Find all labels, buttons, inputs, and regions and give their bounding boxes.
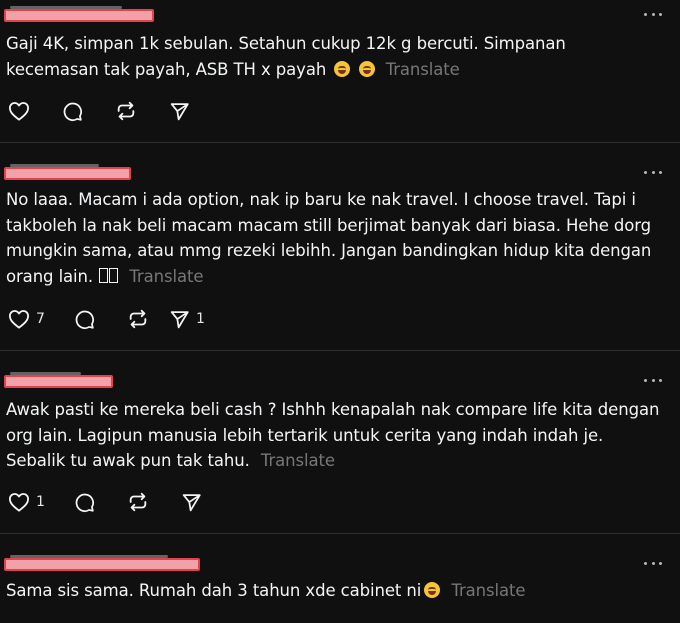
- reply-post-1: Gaji 4K, simpan 1k sebulan. Setahun cuku…: [0, 0, 680, 143]
- sweat-smile-emoji: [424, 582, 441, 598]
- post-text: No laaa. Macam i ada option, nak ip baru…: [6, 187, 660, 289]
- post-text: Gaji 4K, simpan 1k sebulan. Setahun cuku…: [6, 31, 660, 82]
- share-button[interactable]: 1: [169, 308, 205, 330]
- grinning-tears-emoji: [358, 60, 375, 77]
- more-options-button[interactable]: [644, 560, 662, 566]
- comment-icon: [75, 493, 95, 512]
- heart-icon: [9, 102, 29, 121]
- post-text: Sama sis sama. Rumah dah 3 tahun xde cab…: [6, 578, 660, 604]
- like-button[interactable]: 1: [8, 491, 74, 513]
- comment-icon: [75, 310, 95, 329]
- heart-icon: [9, 310, 29, 329]
- share-button[interactable]: [181, 491, 202, 513]
- translate-link[interactable]: Translate: [386, 60, 460, 79]
- send-icon: [170, 102, 189, 120]
- redacted-username: [4, 164, 131, 180]
- translate-link[interactable]: Translate: [451, 581, 525, 600]
- post-actions: 1: [8, 491, 202, 513]
- redacted-username: [4, 6, 154, 22]
- share-button[interactable]: [169, 100, 190, 122]
- repost-icon: [129, 492, 147, 512]
- repost-button[interactable]: [115, 100, 169, 122]
- missing-glyph-icon: [109, 267, 119, 283]
- send-icon: [170, 310, 189, 328]
- grinning-tears-emoji: [334, 60, 351, 77]
- more-options-button[interactable]: [644, 377, 662, 383]
- redacted-username: [4, 372, 113, 388]
- repost-icon: [129, 309, 147, 329]
- like-button[interactable]: [8, 100, 62, 122]
- reply-button[interactable]: [74, 491, 127, 513]
- heart-icon: [9, 493, 29, 512]
- reply-post-4: Sama sis sama. Rumah dah 3 tahun xde cab…: [0, 534, 680, 623]
- more-options-button[interactable]: [644, 169, 662, 175]
- like-count: 1: [36, 494, 45, 510]
- translate-link[interactable]: Translate: [261, 451, 335, 470]
- redacted-username: [4, 555, 200, 571]
- send-icon: [182, 493, 201, 511]
- missing-glyph-icon: [99, 267, 109, 283]
- post-body: Sama sis sama. Rumah dah 3 tahun xde cab…: [6, 581, 422, 600]
- repost-icon: [117, 101, 135, 121]
- reply-button[interactable]: [62, 100, 115, 122]
- post-body: Gaji 4K, simpan 1k sebulan. Setahun cuku…: [6, 34, 566, 79]
- like-count: 7: [36, 311, 45, 327]
- translate-link[interactable]: Translate: [129, 267, 203, 286]
- reply-button[interactable]: [74, 308, 127, 330]
- reply-post-2: No laaa. Macam i ada option, nak ip baru…: [0, 143, 680, 351]
- reply-post-3: Awak pasti ke mereka beli cash ? Ishhh k…: [0, 351, 680, 534]
- more-options-button[interactable]: [644, 11, 662, 17]
- repost-button[interactable]: [127, 308, 169, 330]
- post-text: Awak pasti ke mereka beli cash ? Ishhh k…: [6, 397, 660, 474]
- repost-button[interactable]: [127, 491, 181, 513]
- post-actions: [8, 100, 190, 122]
- share-count: 1: [196, 311, 205, 327]
- like-button[interactable]: 7: [8, 308, 74, 330]
- comment-icon: [63, 102, 83, 121]
- post-actions: 7 1: [8, 308, 205, 330]
